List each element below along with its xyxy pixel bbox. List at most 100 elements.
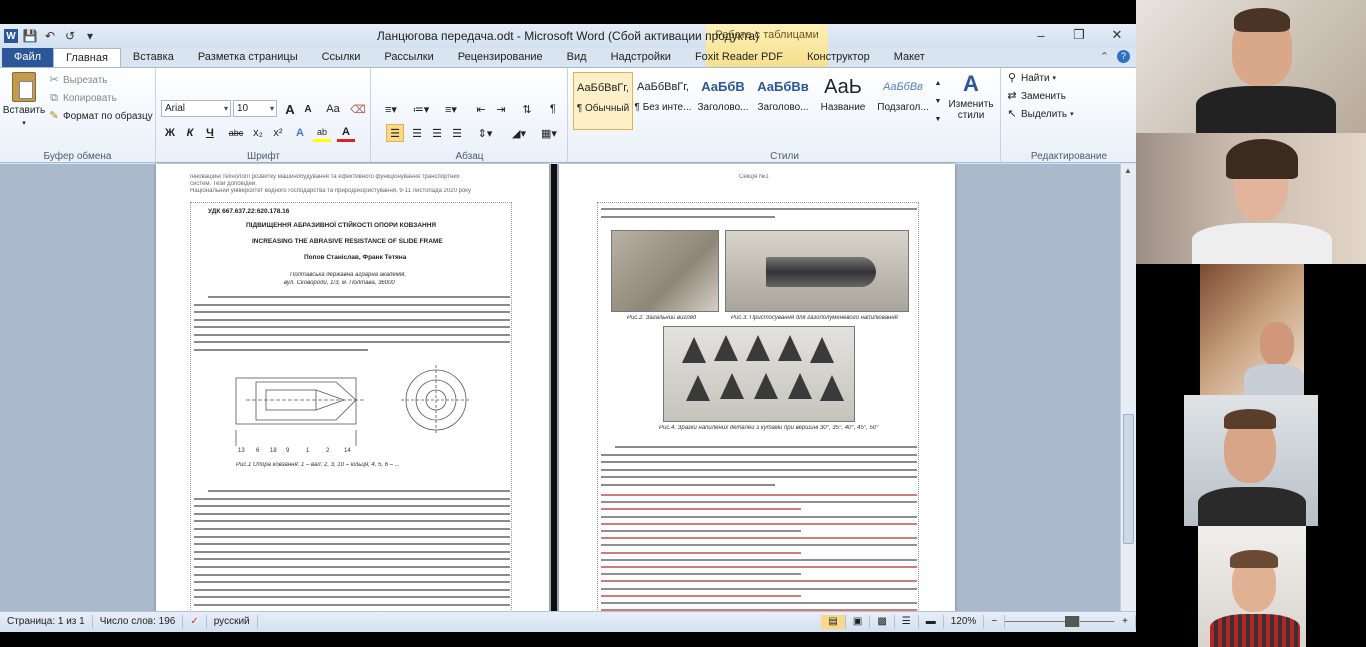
print-layout-icon[interactable]: ▤	[821, 615, 846, 629]
text-effects-icon[interactable]: A	[291, 124, 309, 142]
video-tile-participant-4[interactable]	[1136, 395, 1366, 526]
document-page-right[interactable]: Секція №1 Рис.2. Загальний вигляд Рис.3.…	[559, 164, 955, 634]
zoom-slider[interactable]	[1005, 615, 1116, 629]
video-tile-participant-1[interactable]	[1136, 0, 1366, 133]
increase-indent-icon[interactable]: ⇥	[492, 100, 510, 118]
copy-button[interactable]: ⧉ Копировать	[48, 92, 117, 104]
minimize-button[interactable]: –	[1022, 24, 1060, 46]
zoom-out-icon[interactable]: −	[984, 615, 1006, 629]
word-count-status[interactable]: Число слов: 196	[93, 615, 184, 629]
format-painter-button[interactable]: ✎ Формат по образцу	[48, 110, 152, 122]
scroll-up-icon[interactable]: ▲	[1124, 166, 1132, 175]
language-status[interactable]: русский	[207, 615, 258, 629]
clear-format-icon[interactable]: ⌫	[349, 100, 367, 118]
font-name-combo[interactable]: Arial ▾	[161, 100, 231, 117]
help-icon[interactable]: ?	[1117, 50, 1130, 63]
tab-5[interactable]: Рассылки	[372, 48, 445, 67]
qat-dropdown-icon[interactable]: ▾	[82, 28, 98, 44]
align-right-icon[interactable]: ☰	[428, 124, 446, 142]
full-screen-icon[interactable]: ▣	[846, 615, 871, 629]
close-button[interactable]: ✕	[1098, 24, 1136, 46]
redo-icon[interactable]: ↺	[62, 28, 78, 44]
word-logo-icon[interactable]: W	[4, 29, 18, 43]
video-tile-participant-3[interactable]	[1136, 264, 1366, 395]
find-button[interactable]: ⚲ Найти ▾	[1006, 72, 1056, 84]
maximize-button[interactable]: ❐	[1060, 24, 1098, 46]
grow-font-button[interactable]: A	[281, 100, 299, 118]
tab-0[interactable]: Файл	[2, 48, 54, 67]
styles-more-icon[interactable]: ▼	[933, 110, 943, 128]
borders-icon[interactable]: ▦▾	[536, 124, 562, 142]
subscript-button[interactable]: x₂	[249, 124, 267, 142]
draft-icon[interactable]: ▬	[919, 615, 944, 629]
video-tile-participant-5[interactable]	[1136, 526, 1366, 647]
italic-button[interactable]: К	[181, 124, 199, 142]
replace-button[interactable]: ⇄ Заменить	[1006, 90, 1066, 102]
outline-icon[interactable]: ☰	[895, 615, 919, 629]
tab-6[interactable]: Рецензирование	[446, 48, 555, 67]
window-title: Ланцюгова передача.odt - Microsoft Word …	[376, 29, 760, 43]
tab-8[interactable]: Надстройки	[599, 48, 683, 67]
bullets-icon[interactable]: ≡▾	[378, 100, 404, 118]
change-styles-button[interactable]: A Изменить стили	[947, 72, 995, 122]
strikethrough-button[interactable]: abc	[225, 124, 247, 142]
style-gallery-item[interactable]: АаБбВв Подзагол...	[873, 72, 933, 130]
change-case-button[interactable]: Aa	[321, 100, 345, 118]
line-spacing-icon[interactable]: ⇕▾	[472, 124, 498, 142]
sample-cone	[820, 375, 844, 401]
decrease-indent-icon[interactable]: ⇤	[472, 100, 490, 118]
scrollbar-thumb[interactable]	[1123, 414, 1134, 544]
video-tile-participant-2[interactable]	[1136, 133, 1366, 264]
zoom-level[interactable]: 120%	[944, 615, 985, 629]
proofing-icon[interactable]: ✓	[183, 615, 207, 629]
tab-2[interactable]: Вставка	[121, 48, 186, 67]
undo-icon[interactable]: ↶	[42, 28, 58, 44]
sort-icon[interactable]: ⇅	[518, 100, 536, 118]
numbering-icon[interactable]: ≔▾	[408, 100, 434, 118]
style-gallery-item[interactable]: АаБбВ Заголово...	[693, 72, 753, 130]
styles-scroll-down-icon[interactable]: ▼	[933, 92, 943, 110]
sample-cone	[810, 337, 834, 363]
text-line	[194, 581, 510, 584]
style-gallery-item[interactable]: АаБбВв Заголово...	[753, 72, 813, 130]
tab-11[interactable]: Макет	[882, 48, 937, 67]
page-count-status[interactable]: Страница: 1 из 1	[0, 615, 93, 629]
align-center-icon[interactable]: ☰	[408, 124, 426, 142]
shading-icon[interactable]: ◢▾	[506, 124, 532, 142]
font-size-combo[interactable]: 10 ▾	[233, 100, 277, 117]
text-line	[208, 490, 510, 492]
font-color-button[interactable]: A	[337, 124, 355, 142]
style-gallery-item[interactable]: АаБбВвГг, ¶ Без инте...	[633, 72, 693, 130]
save-icon[interactable]: 💾	[22, 28, 38, 44]
tab-7[interactable]: Вид	[555, 48, 599, 67]
tab-4[interactable]: Ссылки	[310, 48, 373, 67]
shrink-font-button[interactable]: A	[299, 100, 317, 118]
align-left-icon[interactable]: ☰	[386, 124, 404, 142]
select-button[interactable]: ↖ Выделить ▾	[1006, 108, 1073, 120]
svg-text:6: 6	[256, 448, 260, 454]
style-gallery-item[interactable]: АаЬ Название	[813, 72, 873, 130]
tab-1[interactable]: Главная	[53, 48, 121, 67]
tab-3[interactable]: Разметка страницы	[186, 48, 310, 67]
multilevel-list-icon[interactable]: ≡▾	[438, 100, 464, 118]
justify-icon[interactable]: ☰	[448, 124, 466, 142]
highlight-button[interactable]: ab	[313, 124, 331, 142]
tab-9[interactable]: Foxit Reader PDF	[683, 48, 795, 67]
superscript-button[interactable]: x²	[269, 124, 287, 142]
show-marks-button[interactable]: ¶	[544, 100, 562, 118]
status-bar: Страница: 1 из 1 Число слов: 196 ✓ русск…	[0, 611, 1136, 632]
bold-button[interactable]: Ж	[161, 124, 179, 142]
document-page-left[interactable]: Інноваційні технології розвитку машинобу…	[156, 164, 549, 634]
cut-button[interactable]: ✂ Вырезать	[48, 74, 107, 86]
style-gallery-item[interactable]: АаБбВвГг, ¶ Обычный	[573, 72, 633, 130]
zoom-in-icon[interactable]: +	[1115, 615, 1136, 629]
underline-button[interactable]: Ч	[201, 124, 219, 142]
sample-cone	[746, 335, 770, 361]
styles-scroll-up-icon[interactable]: ▲	[933, 74, 943, 92]
vertical-scrollbar[interactable]: ▲ ▼	[1120, 164, 1136, 634]
web-layout-icon[interactable]: ▩	[870, 615, 895, 629]
tab-10[interactable]: Конструктор	[795, 48, 882, 67]
paste-button[interactable]: Вставить ▾	[3, 72, 45, 127]
ribbon-collapse-icon[interactable]: ⌃	[1100, 50, 1109, 63]
reference-line	[601, 566, 917, 568]
